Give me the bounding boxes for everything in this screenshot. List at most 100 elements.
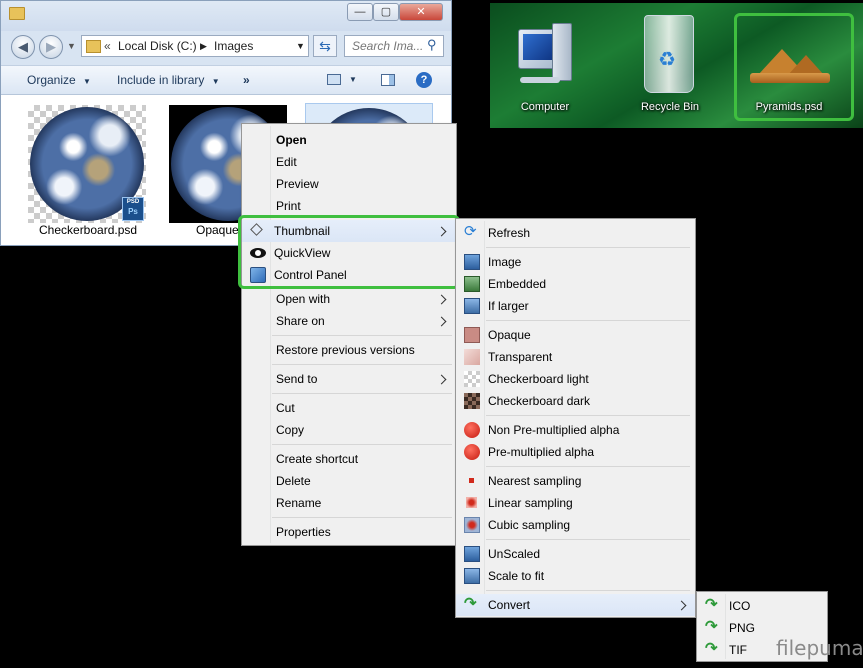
- menu-item-unscaled[interactable]: UnScaled: [456, 543, 695, 565]
- menu-item-create-shortcut[interactable]: Create shortcut: [242, 448, 456, 470]
- menu-separator: [486, 247, 690, 248]
- menu-item-linear-sampling[interactable]: Linear sampling: [456, 492, 695, 514]
- menu-separator: [272, 335, 452, 336]
- computer-icon[interactable]: [512, 17, 576, 97]
- search-input[interactable]: Search Ima... ⚲: [344, 35, 444, 57]
- highlight-frame: [734, 13, 854, 121]
- menu-separator: [272, 393, 452, 394]
- menu-item-checkerboard-light[interactable]: Checkerboard light: [456, 368, 695, 390]
- menu-separator: [272, 517, 452, 518]
- menu-item-restore-previous-versions[interactable]: Restore previous versions: [242, 339, 456, 361]
- menu-item-label: Pre-multiplied alpha: [488, 445, 595, 459]
- menu-item-premultiplied-alpha[interactable]: Pre-multiplied alpha: [456, 441, 695, 463]
- menu-item-properties[interactable]: Properties: [242, 521, 456, 543]
- preview-pane-icon[interactable]: [381, 74, 395, 86]
- transparent-icon: [464, 349, 480, 365]
- checkerboard-dark-icon: [464, 393, 480, 409]
- menu-item-label: Scale to fit: [488, 569, 545, 583]
- menu-item-label: Linear sampling: [488, 496, 573, 510]
- menu-item-open-with[interactable]: Open with: [242, 288, 456, 310]
- menu-separator: [486, 590, 690, 591]
- menu-item-embedded[interactable]: Embedded: [456, 273, 695, 295]
- menu-item-label: Edit: [276, 155, 297, 169]
- menu-item-cut[interactable]: Cut: [242, 397, 456, 419]
- menu-item-copy[interactable]: Copy: [242, 419, 456, 441]
- menu-item-ico[interactable]: ↷ ICO: [697, 595, 827, 617]
- title-bar: — ▢ ✕: [1, 1, 451, 31]
- menu-item-label: Refresh: [488, 226, 531, 240]
- address-overflow[interactable]: «: [104, 36, 111, 56]
- menu-item-nearest-sampling[interactable]: Nearest sampling: [456, 470, 695, 492]
- menu-separator: [272, 444, 452, 445]
- menu-item-refresh[interactable]: ⟳ Refresh: [456, 222, 695, 244]
- close-button[interactable]: ✕: [399, 3, 443, 21]
- menu-item-if-larger[interactable]: If larger: [456, 295, 695, 317]
- address-dropdown-icon[interactable]: ▼: [296, 36, 305, 56]
- red-circle-icon: [464, 444, 480, 460]
- menu-item-label: Image: [488, 255, 522, 269]
- image-mode-icon: [464, 254, 480, 270]
- menu-item-label: Nearest sampling: [488, 474, 582, 488]
- menu-item-convert[interactable]: ↷ Convert: [456, 594, 695, 616]
- menu-item-label: Checkerboard light: [488, 372, 589, 386]
- desktop-icon-label[interactable]: Recycle Bin: [625, 101, 715, 113]
- search-placeholder: Search Ima...: [352, 39, 424, 53]
- file-name[interactable]: Checkerboard.psd: [39, 223, 137, 237]
- recent-pages-chevron-icon[interactable]: ▼: [67, 41, 76, 51]
- menu-item-open[interactable]: Open: [242, 129, 456, 151]
- help-icon[interactable]: ?: [416, 72, 432, 88]
- breadcrumb-local-disk[interactable]: Local Disk (C:): [118, 36, 197, 56]
- menu-item-send-to[interactable]: Send to: [242, 368, 456, 390]
- maximize-button[interactable]: ▢: [373, 3, 399, 21]
- back-button[interactable]: ◀: [11, 35, 35, 59]
- menu-item-non-premultiplied-alpha[interactable]: Non Pre-multiplied alpha: [456, 419, 695, 441]
- menu-item-label: UnScaled: [488, 547, 541, 561]
- minimize-button[interactable]: —: [347, 3, 373, 21]
- menu-item-delete[interactable]: Delete: [242, 470, 456, 492]
- chevron-down-icon[interactable]: ▼: [349, 75, 357, 84]
- menu-item-print[interactable]: Print: [242, 195, 456, 217]
- psd-badge: PSD Ps: [122, 197, 144, 221]
- base-shape: [520, 77, 560, 83]
- if-larger-mode-icon: [464, 298, 480, 314]
- include-in-library-button[interactable]: Include in library ▼: [117, 73, 220, 87]
- cubic-sampling-icon: [464, 517, 480, 533]
- recycle-bin-icon[interactable]: ♻: [640, 11, 696, 93]
- menu-item-preview[interactable]: Preview: [242, 173, 456, 195]
- menu-item-transparent[interactable]: Transparent: [456, 346, 695, 368]
- menu-item-edit[interactable]: Edit: [242, 151, 456, 173]
- tower-shape: [552, 23, 572, 81]
- checkerboard-light-icon: [464, 371, 480, 387]
- organize-label: Organize: [27, 73, 76, 87]
- search-icon[interactable]: ⚲: [427, 35, 437, 55]
- include-label: Include in library: [117, 73, 205, 87]
- desktop-icon-label[interactable]: Computer: [500, 101, 590, 113]
- view-options-icon[interactable]: [327, 74, 341, 85]
- psd-badge-text: PSD: [126, 199, 140, 205]
- menu-item-checkerboard-dark[interactable]: Checkerboard dark: [456, 390, 695, 412]
- organize-button[interactable]: Organize ▼: [27, 73, 91, 87]
- address-bar[interactable]: « Local Disk (C:) ▶ Images ▼: [81, 35, 309, 57]
- menu-item-rename[interactable]: Rename: [242, 492, 456, 514]
- submenu-arrow-icon: [436, 374, 447, 385]
- menu-item-image[interactable]: Image: [456, 251, 695, 273]
- chevron-down-icon: ▼: [211, 77, 220, 86]
- menu-item-opaque[interactable]: Opaque: [456, 324, 695, 346]
- forward-button[interactable]: ▶: [39, 35, 63, 59]
- breadcrumb-images[interactable]: Images: [214, 36, 253, 56]
- menu-item-label: Non Pre-multiplied alpha: [488, 423, 620, 437]
- menu-separator: [486, 320, 690, 321]
- file-thumbnail-checkerboard[interactable]: PSD Ps: [28, 105, 146, 223]
- menu-separator: [486, 539, 690, 540]
- more-commands-button[interactable]: »: [243, 73, 250, 87]
- menu-item-share-on[interactable]: Share on: [242, 310, 456, 332]
- menu-item-cubic-sampling[interactable]: Cubic sampling: [456, 514, 695, 536]
- file-name[interactable]: Opaque: [196, 223, 239, 237]
- refresh-button[interactable]: ⇆: [313, 35, 337, 57]
- menu-item-label: Print: [276, 199, 301, 213]
- menu-item-label: ICO: [729, 599, 751, 613]
- menu-item-scale-to-fit[interactable]: Scale to fit: [456, 565, 695, 587]
- menu-item-label: Embedded: [488, 277, 547, 291]
- menu-item-label: Share on: [276, 314, 325, 328]
- refresh-icon: ⟳: [464, 223, 477, 240]
